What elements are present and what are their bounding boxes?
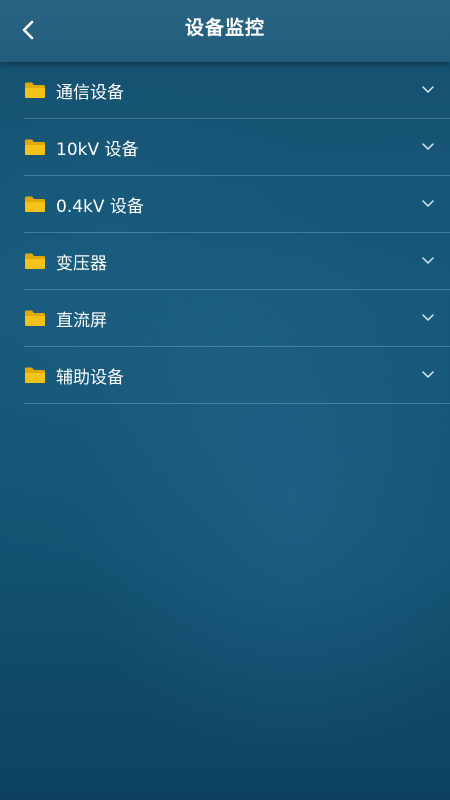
category-item-dc-panel[interactable]: 直流屏 (24, 290, 450, 347)
category-label: 直流屏 (56, 310, 107, 331)
chevron-down-icon (422, 141, 434, 153)
app-header: 设备监控 (0, 0, 450, 62)
device-category-list: 通信设备 10kV 设备 0.4kV 设备 变压器 直流屏 辅助设备 (0, 62, 450, 404)
page-title: 设备监控 (184, 17, 265, 39)
folder-icon (24, 195, 46, 213)
category-label: 10kV 设备 (56, 139, 139, 160)
chevron-down-icon (422, 369, 434, 381)
folder-icon (24, 81, 46, 99)
chevron-down-icon (422, 198, 434, 210)
chevron-down-icon (422, 255, 434, 267)
folder-icon (24, 366, 46, 384)
chevron-left-icon (22, 20, 34, 40)
category-label: 辅助设备 (56, 367, 124, 388)
category-item-0-4kv[interactable]: 0.4kV 设备 (24, 176, 450, 233)
folder-icon (24, 138, 46, 156)
category-item-communication[interactable]: 通信设备 (24, 62, 450, 119)
back-button[interactable] (10, 12, 46, 48)
chevron-down-icon (422, 84, 434, 96)
category-item-auxiliary[interactable]: 辅助设备 (24, 347, 450, 404)
category-label: 通信设备 (56, 82, 124, 103)
chevron-down-icon (422, 312, 434, 324)
folder-icon (24, 309, 46, 327)
category-label: 变压器 (56, 253, 107, 274)
category-label: 0.4kV 设备 (56, 196, 144, 217)
category-item-transformer[interactable]: 变压器 (24, 233, 450, 290)
category-item-10kv[interactable]: 10kV 设备 (24, 119, 450, 176)
folder-icon (24, 252, 46, 270)
